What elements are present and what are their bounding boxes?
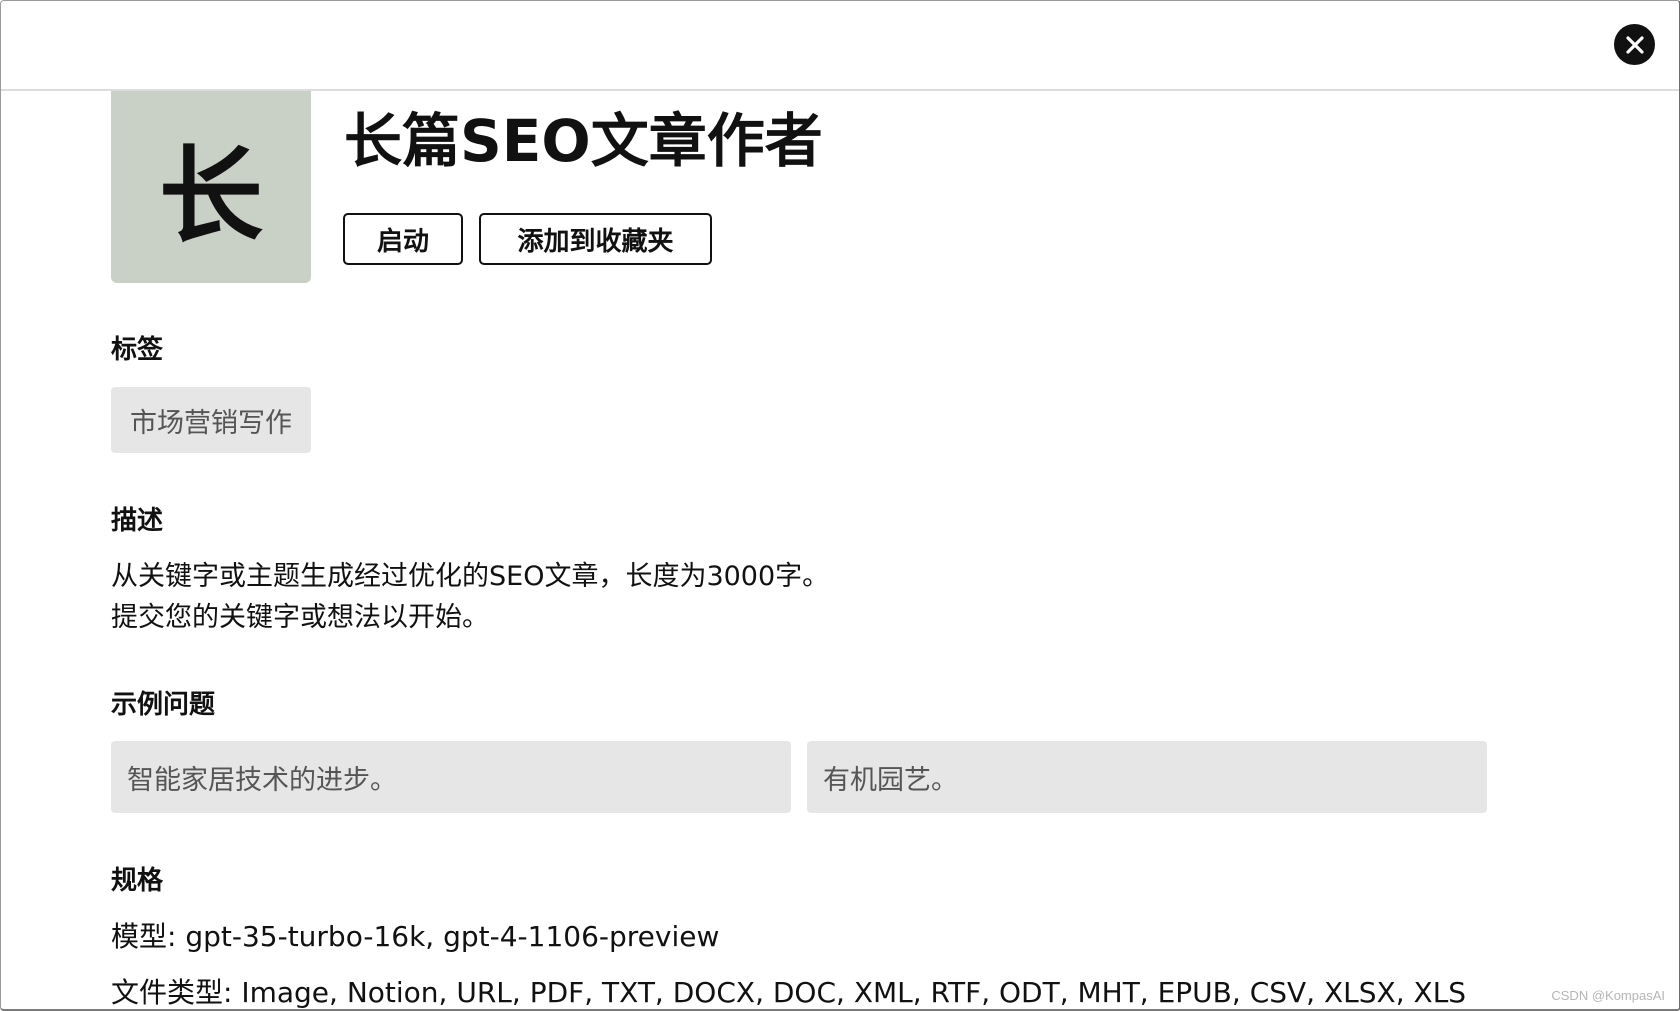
launch-button[interactable]: 启动 <box>343 213 463 265</box>
watermark: CSDN @KompasAI <box>1551 988 1665 1003</box>
specs-heading: 规格 <box>111 866 164 896</box>
modal-window: 长 长篇SEO文章作者 启动 添加到收藏夹 标签 市场营销写作 描述 从关键字或… <box>0 0 1680 1011</box>
example-question[interactable]: 智能家居技术的进步。 <box>111 741 791 813</box>
tags-heading: 标签 <box>111 335 164 365</box>
close-button[interactable] <box>1614 24 1655 65</box>
modal-header <box>1 1 1679 91</box>
description-line: 从关键字或主题生成经过优化的SEO文章，长度为3000字。 <box>111 561 830 592</box>
add-to-favorites-button[interactable]: 添加到收藏夹 <box>479 213 712 265</box>
avatar: 长 <box>111 90 311 283</box>
description-heading: 描述 <box>111 506 164 536</box>
example-question[interactable]: 有机园艺。 <box>807 741 1487 813</box>
examples-heading: 示例问题 <box>111 690 216 720</box>
page-title: 长篇SEO文章作者 <box>344 107 823 175</box>
description-line: 提交您的关键字或想法以开始。 <box>111 602 489 633</box>
close-icon <box>1625 35 1644 54</box>
spec-file-types: 文件类型: Image, Notion, URL, PDF, TXT, DOCX… <box>111 976 1467 1009</box>
spec-model: 模型: gpt-35-turbo-16k, gpt-4-1106-preview <box>111 920 720 953</box>
description-text: 从关键字或主题生成经过优化的SEO文章，长度为3000字。 提交您的关键字或想法… <box>111 556 829 638</box>
tag-badge: 市场营销写作 <box>111 387 311 453</box>
